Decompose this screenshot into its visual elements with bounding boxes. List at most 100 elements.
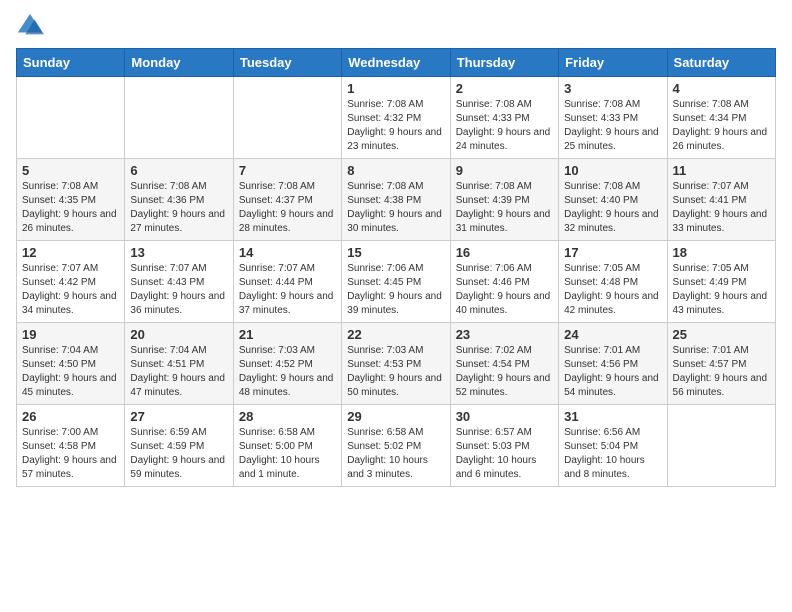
day-info: Sunrise: 7:02 AMSunset: 4:54 PMDaylight:… — [456, 344, 553, 400]
calendar-cell: 8Sunrise: 7:08 AMSunset: 4:38 PMDaylight… — [342, 159, 450, 241]
calendar-cell: 24Sunrise: 7:01 AMSunset: 4:56 PMDayligh… — [559, 323, 667, 405]
calendar-cell: 13Sunrise: 7:07 AMSunset: 4:43 PMDayligh… — [125, 241, 233, 323]
calendar-cell: 30 Sunrise: 6:57 AMSunset: 5:03 PMDayligh… — [450, 405, 558, 487]
calendar-cell: 22 Sunrise: 7:03 AMSunset: 4:53 PMDayligh… — [342, 323, 450, 405]
calendar-cell: 26 Sunrise: 7:00 AMSunset: 4:58 PMDayligh… — [17, 405, 125, 487]
header — [16, 12, 776, 40]
calendar-cell: 29Sunrise: 6:58 AMSunset: 5:02 PMDayligh… — [342, 405, 450, 487]
day-info: Sunrise: 6:56 AMSunset: 5:04 PMDaylight:… — [564, 426, 661, 482]
calendar-cell: 23 Sunrise: 7:02 AMSunset: 4:54 PMDayligh… — [450, 323, 558, 405]
day-info: Sunrise: 7:03 AMSunset: 4:53 PMDaylight:… — [347, 344, 444, 400]
day-number: 15 — [347, 245, 444, 260]
calendar-cell: 1 Sunrise: 7:08 AMSunset: 4:32 PMDaylight… — [342, 77, 450, 159]
calendar-cell: 15 Sunrise: 7:06 AMSunset: 4:45 PMDayligh… — [342, 241, 450, 323]
weekday-header: Saturday — [667, 49, 775, 77]
day-number: 31 — [564, 409, 661, 424]
calendar-cell: 4Sunrise: 7:08 AMSunset: 4:34 PMDaylight… — [667, 77, 775, 159]
day-number: 14 — [239, 245, 336, 260]
day-info: Sunrise: 7:03 AMSunset: 4:52 PMDaylight:… — [239, 344, 336, 400]
day-number: 20 — [130, 327, 227, 342]
calendar-cell: 19 Sunrise: 7:04 AMSunset: 4:50 PMDayligh… — [17, 323, 125, 405]
day-number: 6 — [130, 163, 227, 178]
day-info: Sunrise: 7:07 AMSunset: 4:44 PMDaylight:… — [239, 262, 336, 318]
calendar-cell — [125, 77, 233, 159]
logo — [16, 12, 48, 40]
day-info: Sunrise: 7:05 AMSunset: 4:49 PMDaylight:… — [673, 262, 770, 318]
day-info: Sunrise: 7:08 AMSunset: 4:35 PMDaylight:… — [22, 180, 119, 236]
day-number: 12 — [22, 245, 119, 260]
day-number: 26 — [22, 409, 119, 424]
day-number: 22 — [347, 327, 444, 342]
day-number: 30 — [456, 409, 553, 424]
day-number: 16 — [456, 245, 553, 260]
calendar-cell: 27 Sunrise: 6:59 AMSunset: 4:59 PMDayligh… — [125, 405, 233, 487]
day-number: 9 — [456, 163, 553, 178]
day-number: 27 — [130, 409, 227, 424]
weekday-header: Wednesday — [342, 49, 450, 77]
calendar-cell: 12 Sunrise: 7:07 AMSunset: 4:42 PMDayligh… — [17, 241, 125, 323]
calendar-cell: 7 Sunrise: 7:08 AMSunset: 4:37 PMDaylight… — [233, 159, 341, 241]
day-info: Sunrise: 7:00 AMSunset: 4:58 PMDaylight:… — [22, 426, 119, 482]
day-number: 21 — [239, 327, 336, 342]
weekday-header: Sunday — [17, 49, 125, 77]
calendar-cell — [233, 77, 341, 159]
calendar-cell: 17 Sunrise: 7:05 AMSunset: 4:48 PMDayligh… — [559, 241, 667, 323]
day-info: Sunrise: 7:04 AMSunset: 4:51 PMDaylight:… — [130, 344, 227, 400]
calendar-cell: 2 Sunrise: 7:08 AMSunset: 4:33 PMDaylight… — [450, 77, 558, 159]
calendar-week-row: 1 Sunrise: 7:08 AMSunset: 4:32 PMDaylight… — [17, 77, 776, 159]
calendar-cell: 10Sunrise: 7:08 AMSunset: 4:40 PMDayligh… — [559, 159, 667, 241]
calendar-cell: 31 Sunrise: 6:56 AMSunset: 5:04 PMDayligh… — [559, 405, 667, 487]
day-info: Sunrise: 7:07 AMSunset: 4:43 PMDaylight:… — [130, 262, 227, 318]
day-info: Sunrise: 7:05 AMSunset: 4:48 PMDaylight:… — [564, 262, 661, 318]
weekday-header: Thursday — [450, 49, 558, 77]
calendar-cell: 25 Sunrise: 7:01 AMSunset: 4:57 PMDayligh… — [667, 323, 775, 405]
calendar-cell: 18 Sunrise: 7:05 AMSunset: 4:49 PMDayligh… — [667, 241, 775, 323]
calendar-cell: 11 Sunrise: 7:07 AMSunset: 4:41 PMDayligh… — [667, 159, 775, 241]
day-number: 3 — [564, 81, 661, 96]
day-number: 18 — [673, 245, 770, 260]
day-number: 2 — [456, 81, 553, 96]
day-info: Sunrise: 7:07 AMSunset: 4:42 PMDaylight:… — [22, 262, 119, 318]
calendar-week-row: 12 Sunrise: 7:07 AMSunset: 4:42 PMDayligh… — [17, 241, 776, 323]
day-info: Sunrise: 7:06 AMSunset: 4:46 PMDaylight:… — [456, 262, 553, 318]
weekday-header-row: SundayMondayTuesdayWednesdayThursdayFrid… — [17, 49, 776, 77]
calendar-cell: 28 Sunrise: 6:58 AMSunset: 5:00 PMDayligh… — [233, 405, 341, 487]
day-number: 4 — [673, 81, 770, 96]
day-info: Sunrise: 6:58 AMSunset: 5:02 PMDaylight:… — [347, 426, 444, 482]
day-info: Sunrise: 7:04 AMSunset: 4:50 PMDaylight:… — [22, 344, 119, 400]
day-number: 7 — [239, 163, 336, 178]
day-info: Sunrise: 7:07 AMSunset: 4:41 PMDaylight:… — [673, 180, 770, 236]
day-info: Sunrise: 7:01 AMSunset: 4:57 PMDaylight:… — [673, 344, 770, 400]
day-info: Sunrise: 7:08 AMSunset: 4:37 PMDaylight:… — [239, 180, 336, 236]
day-number: 8 — [347, 163, 444, 178]
day-number: 11 — [673, 163, 770, 178]
calendar-cell: 3 Sunrise: 7:08 AMSunset: 4:33 PMDaylight… — [559, 77, 667, 159]
day-number: 23 — [456, 327, 553, 342]
day-info: Sunrise: 7:08 AMSunset: 4:33 PMDaylight:… — [564, 98, 661, 154]
calendar-cell: 16 Sunrise: 7:06 AMSunset: 4:46 PMDayligh… — [450, 241, 558, 323]
calendar-cell: 21 Sunrise: 7:03 AMSunset: 4:52 PMDayligh… — [233, 323, 341, 405]
day-info: Sunrise: 7:08 AMSunset: 4:33 PMDaylight:… — [456, 98, 553, 154]
day-info: Sunrise: 7:06 AMSunset: 4:45 PMDaylight:… — [347, 262, 444, 318]
day-number: 25 — [673, 327, 770, 342]
day-info: Sunrise: 6:57 AMSunset: 5:03 PMDaylight:… — [456, 426, 553, 482]
calendar-week-row: 26 Sunrise: 7:00 AMSunset: 4:58 PMDayligh… — [17, 405, 776, 487]
day-info: Sunrise: 6:59 AMSunset: 4:59 PMDaylight:… — [130, 426, 227, 482]
page: SundayMondayTuesdayWednesdayThursdayFrid… — [0, 0, 792, 612]
day-info: Sunrise: 7:08 AMSunset: 4:36 PMDaylight:… — [130, 180, 227, 236]
calendar-week-row: 5Sunrise: 7:08 AMSunset: 4:35 PMDaylight… — [17, 159, 776, 241]
day-info: Sunrise: 7:08 AMSunset: 4:32 PMDaylight:… — [347, 98, 444, 154]
weekday-header: Tuesday — [233, 49, 341, 77]
day-info: Sunrise: 6:58 AMSunset: 5:00 PMDaylight:… — [239, 426, 336, 482]
calendar-cell: 20 Sunrise: 7:04 AMSunset: 4:51 PMDayligh… — [125, 323, 233, 405]
calendar-cell: 6 Sunrise: 7:08 AMSunset: 4:36 PMDaylight… — [125, 159, 233, 241]
day-number: 17 — [564, 245, 661, 260]
weekday-header: Monday — [125, 49, 233, 77]
calendar-cell — [667, 405, 775, 487]
calendar-week-row: 19 Sunrise: 7:04 AMSunset: 4:50 PMDayligh… — [17, 323, 776, 405]
day-number: 28 — [239, 409, 336, 424]
weekday-header: Friday — [559, 49, 667, 77]
calendar-cell: 14 Sunrise: 7:07 AMSunset: 4:44 PMDayligh… — [233, 241, 341, 323]
day-number: 19 — [22, 327, 119, 342]
day-number: 1 — [347, 81, 444, 96]
